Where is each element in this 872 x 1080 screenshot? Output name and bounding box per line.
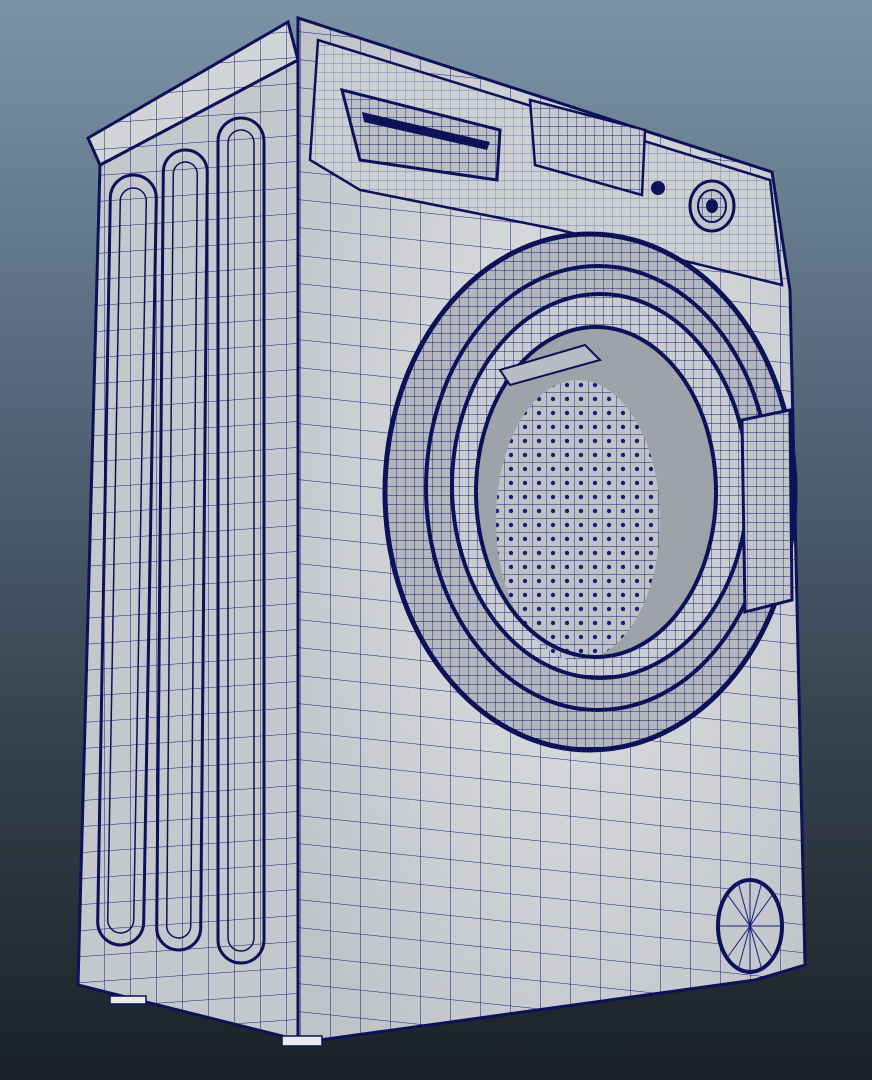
status-led-icon — [651, 181, 665, 195]
filter-cap — [716, 878, 784, 974]
3d-viewport[interactable] — [0, 0, 872, 1080]
door-assembly — [382, 231, 798, 753]
door-handle — [740, 408, 794, 614]
washing-machine-model — [76, 15, 807, 1047]
program-knob — [688, 179, 736, 233]
